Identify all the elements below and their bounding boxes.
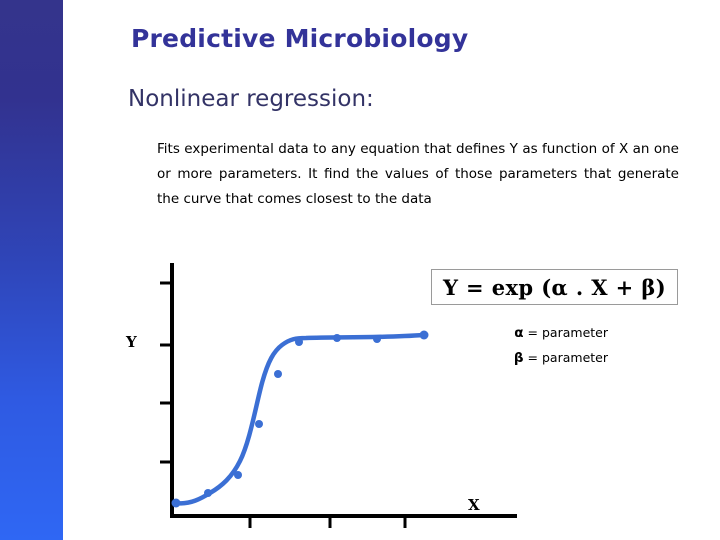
section-heading: Nonlinear regression:	[128, 86, 374, 112]
slide-canvas: Predictive Microbiology Nonlinear regres…	[0, 0, 720, 540]
data-point	[295, 338, 303, 346]
beta-parameter-line: β = parameter	[398, 350, 608, 366]
data-point-markers	[171, 330, 429, 508]
equation-box: Y = exp (α . X + β)	[431, 269, 678, 305]
data-point	[274, 370, 282, 378]
data-point	[255, 420, 263, 428]
beta-definition: = parameter	[527, 350, 608, 365]
left-accent-bar	[0, 0, 63, 540]
data-point	[234, 471, 242, 479]
body-paragraph: Fits experimental data to any equation t…	[157, 141, 679, 207]
data-point	[333, 334, 341, 342]
alpha-parameter-line: α = parameter	[398, 325, 608, 341]
fitted-curve	[173, 332, 427, 506]
page-title: Predictive Microbiology	[131, 24, 469, 53]
equation-text: Y = exp (α . X + β)	[442, 274, 667, 300]
data-point	[171, 498, 181, 508]
beta-symbol: β	[513, 350, 524, 366]
alpha-definition: = parameter	[527, 325, 608, 340]
y-axis-label: Y	[125, 333, 137, 351]
data-point	[204, 489, 212, 497]
alpha-symbol: α	[514, 325, 524, 341]
x-axis-label: X	[468, 496, 480, 514]
data-point	[373, 335, 381, 343]
